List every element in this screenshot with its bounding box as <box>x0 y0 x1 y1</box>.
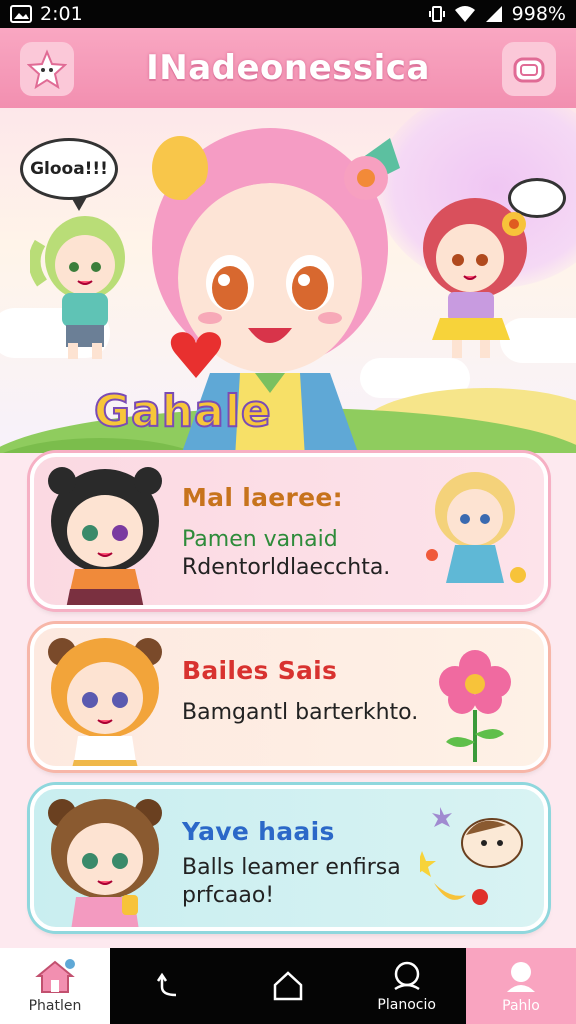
nav-profile-label: Pahlo <box>502 998 540 1014</box>
nav-home-label: Phatlen <box>28 998 82 1014</box>
star-menu-button[interactable] <box>20 42 74 96</box>
black-hair-avatar <box>48 467 162 605</box>
card-3-heading: Yave haais <box>182 817 335 846</box>
card-1-heading: Mal laeree: <box>182 483 343 512</box>
signal-icon <box>485 6 502 22</box>
nav-center[interactable] <box>229 948 348 1024</box>
battery-level: 998% <box>511 3 566 25</box>
wifi-icon <box>454 6 475 22</box>
orange-hair-avatar <box>48 638 162 766</box>
back-icon <box>157 972 177 997</box>
nav-home[interactable]: Phatlen <box>0 948 110 1024</box>
brown-hair-avatar <box>48 799 162 927</box>
nav-search-label: Planocio <box>377 997 436 1013</box>
vibrate-icon <box>428 6 445 22</box>
status-time: 2:01 <box>40 3 83 25</box>
flower-icon <box>439 650 511 762</box>
profile-icon <box>507 962 536 992</box>
page-title: INadeonessica <box>146 48 430 88</box>
home-outline-icon <box>273 971 303 1001</box>
feature-card-2[interactable]: Bailes Sais Bamgantl barterkhto. <box>30 624 548 770</box>
feature-card-3[interactable]: Yave haais Balls leamer enfirsa prfcaao! <box>30 785 548 931</box>
star-icon <box>27 49 67 89</box>
game-logo: Gahale <box>93 385 272 438</box>
red-hair-character <box>423 198 527 358</box>
speech-bubble: Glooa!!! <box>20 138 118 211</box>
hamster-icon <box>420 807 523 905</box>
card-3-line-2: prfcaao! <box>182 883 275 908</box>
nav-profile[interactable]: Pahlo <box>466 948 576 1024</box>
green-hair-character <box>30 216 125 359</box>
bottom-nav: Phatlen Planocio Pahlo <box>0 948 576 1024</box>
card-2-heading: Bailes Sais <box>182 656 338 685</box>
card-1-line-1: Pamen vanaid <box>182 527 338 552</box>
card-2-line-1: Bamgantl barterkhto. <box>182 700 419 725</box>
hero-banner[interactable]: Glooa!!! Gahale <box>0 108 576 453</box>
card-3-line-1: Balls leamer enfirsa <box>182 855 401 880</box>
album-button[interactable] <box>502 42 556 96</box>
nav-search[interactable]: Planocio <box>347 948 466 1024</box>
album-icon <box>513 57 545 83</box>
app-bar: INadeonessica <box>0 28 576 108</box>
home-icon <box>35 959 75 993</box>
card-1-line-2: Rdentorldlaecchta. <box>182 555 391 580</box>
blonde-avatar <box>426 472 526 583</box>
nav-back[interactable] <box>110 948 229 1024</box>
status-bar: 2:01 998% <box>0 0 576 28</box>
gallery-icon <box>10 5 32 23</box>
search-icon <box>393 961 420 991</box>
feature-card-1[interactable]: Mal laeree: Pamen vanaid Rdentorldlaecch… <box>30 453 548 609</box>
